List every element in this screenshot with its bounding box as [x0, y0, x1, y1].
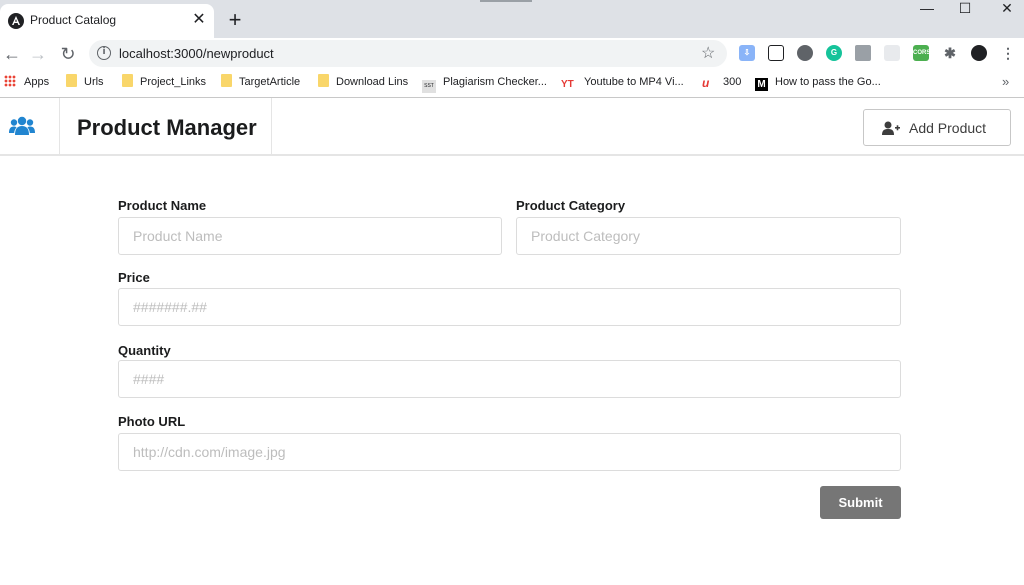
bookmark-project-links[interactable]: Project_Links [122, 74, 206, 90]
product-category-label: Product Category [516, 198, 626, 213]
back-arrow-icon[interactable]: ← [0, 42, 24, 66]
bookmark-how-to-pass[interactable]: M How to pass the Go... [755, 74, 881, 91]
browser-tab[interactable]: Product Catalog ✕ [0, 4, 214, 38]
maximize-button[interactable]: ☐ [942, 0, 988, 22]
logo-cell [0, 98, 60, 154]
add-product-button[interactable]: Add Product [863, 109, 1011, 146]
photo-url-label: Photo URL [118, 414, 186, 429]
product-name-input[interactable] [118, 217, 502, 255]
close-window-button[interactable]: ✕ [984, 0, 1024, 22]
tab-close-icon[interactable]: ✕ [190, 11, 208, 29]
folder-icon [318, 74, 329, 87]
new-tab-button[interactable]: + [222, 8, 248, 34]
quantity-label: Quantity [118, 343, 171, 358]
folder-icon [122, 74, 133, 87]
bookmark-download-lins[interactable]: Download Lins [318, 74, 408, 90]
grammarly-extension-icon[interactable]: G [826, 45, 842, 61]
window-drag-strip [480, 0, 532, 2]
angular-icon [8, 13, 24, 29]
blank-extension-icon[interactable] [884, 45, 900, 61]
bookmark-youtube-to-mp4[interactable]: YT Youtube to MP4 Vi... [561, 74, 684, 90]
forward-arrow-icon[interactable]: → [26, 42, 50, 66]
sst-icon: SST [422, 80, 436, 93]
browser-menu-icon[interactable]: ⋮ [1000, 45, 1016, 61]
app-title: Product Manager [77, 115, 257, 140]
quantity-input[interactable] [118, 360, 901, 398]
address-bar[interactable]: i localhost:3000/newproduct ☆ [89, 40, 727, 67]
drive-extension-icon[interactable] [855, 45, 871, 61]
users-icon [9, 116, 35, 135]
reload-icon[interactable]: ↻ [56, 42, 80, 66]
submit-button[interactable]: Submit [820, 486, 901, 519]
yt-icon: YT [561, 79, 574, 90]
photo-url-input[interactable] [118, 433, 901, 471]
price-input[interactable] [118, 288, 901, 326]
bookmark-apps[interactable]: Apps [4, 74, 49, 90]
add-product-label: Add Product [909, 120, 987, 136]
bookmark-star-icon[interactable]: ☆ [701, 43, 715, 63]
user-plus-icon [882, 121, 900, 135]
bookmark-300[interactable]: u 300 [702, 74, 741, 90]
browser-toolbar: ← → ↻ i localhost:3000/newproduct ☆ ⇩ G … [0, 38, 1024, 70]
bookmark-plagiarism-checker[interactable]: SST Plagiarism Checker... [422, 74, 547, 93]
bookmark-urls[interactable]: Urls [66, 74, 104, 90]
address-url[interactable]: localhost:3000/newproduct [119, 46, 274, 61]
folder-icon [66, 74, 77, 87]
bookmarks-bar: Apps Urls Project_Links TargetArticle Do… [0, 70, 1024, 94]
profile-avatar[interactable] [971, 45, 987, 61]
more-bookmarks-icon[interactable]: » [1002, 74, 1009, 89]
browser-titlebar: Product Catalog ✕ + — ☐ ✕ [0, 0, 1024, 38]
bookmark-u-icon: u [702, 76, 710, 90]
tab-title: Product Catalog [30, 13, 117, 27]
apps-grid-icon [4, 75, 16, 87]
folder-icon [221, 74, 232, 87]
bookmark-target-article[interactable]: TargetArticle [221, 74, 300, 90]
screenshot-extension-icon[interactable] [768, 45, 784, 61]
price-label: Price [118, 270, 150, 285]
download-extension-icon[interactable]: ⇩ [739, 45, 755, 61]
extensions-puzzle-icon[interactable]: ✱ [942, 45, 958, 61]
site-info-icon[interactable]: i [97, 46, 111, 60]
settings-extension-icon[interactable] [797, 45, 813, 61]
brand-cell: Product Manager [60, 98, 272, 154]
product-name-label: Product Name [118, 198, 207, 213]
medium-icon: M [755, 78, 768, 91]
app-header: Product Manager Add Product [0, 98, 1024, 156]
cors-extension-icon[interactable]: CORS [913, 45, 930, 61]
product-category-input[interactable] [516, 217, 901, 255]
